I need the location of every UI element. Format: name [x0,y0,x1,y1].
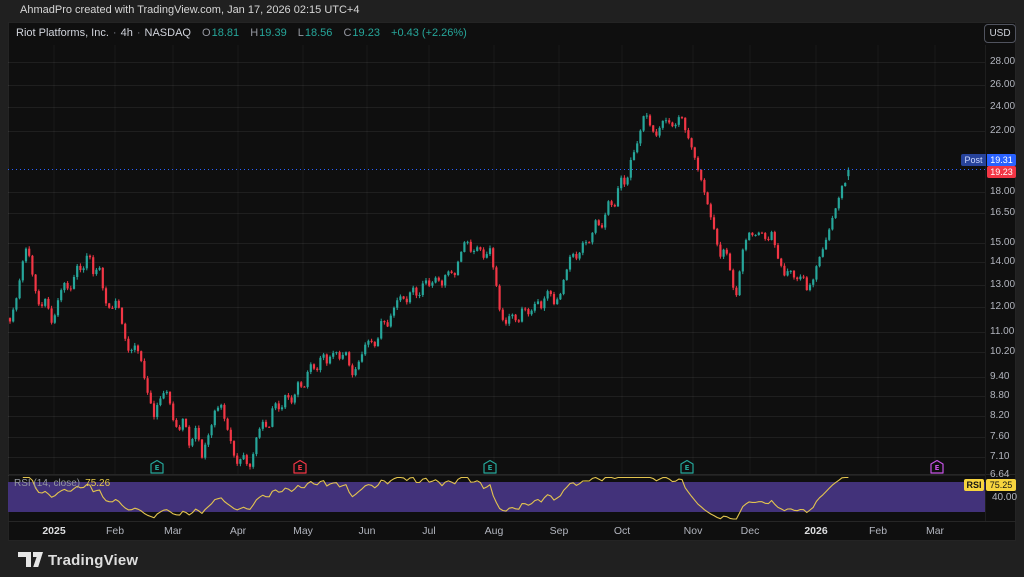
time-tick-label: Mar [164,525,182,537]
last-price-badge: 19.23 [987,166,1016,178]
symbol-title: Riot Platforms, Inc. [16,27,109,39]
time-tick-label: Apr [230,525,246,537]
price-tick-label: 11.00 [990,326,1014,337]
price-tick-label: 28.00 [990,56,1015,67]
price-tick-label: 7.10 [990,451,1009,462]
time-tick-label: Nov [684,525,703,537]
time-tick-label: Aug [485,525,504,537]
legend-separator: · [113,27,117,39]
earnings-marker-icon[interactable]: E [681,461,693,474]
change-label: +0.43 (+2.26%) [391,27,467,39]
price-tick-label: 8.20 [990,410,1009,421]
earnings-marker-icon[interactable]: E [151,461,163,474]
legend-separator: · [137,27,141,39]
price-tick-label: 18.00 [990,186,1015,197]
rsi-indicator-legend[interactable]: RSI (14, close) 75.26 [14,478,110,489]
interval-label: 4h [121,27,133,39]
time-tick-label: Feb [869,525,887,537]
time-tick-label: Oct [614,525,630,537]
tradingview-logo-icon[interactable] [18,552,44,568]
rsi-axis-badge-value: 75.25 [986,479,1016,491]
price-tick-label: 8.80 [990,390,1009,401]
time-tick-label: Mar [926,525,944,537]
currency-button[interactable]: USD [984,24,1016,43]
ohlc-open-key: O [202,27,211,39]
tradingview-snapshot: AhmadPro created with TradingView.com, J… [0,0,1024,577]
time-tick-label: Feb [106,525,124,537]
svg-text:E: E [298,464,303,472]
exchange-label: NASDAQ [145,27,191,39]
price-tick-label: 10.20 [990,346,1015,357]
symbol-legend[interactable]: Riot Platforms, Inc.·4h·NASDAQ O18.81 H1… [16,27,467,39]
post-market-price-badge: 19.31 [987,154,1016,166]
time-tick-label: Jul [422,525,435,537]
price-tick-label: 9.40 [990,371,1009,382]
time-tick-label: 2026 [804,525,827,537]
chart-canvas[interactable]: EEEEE [0,0,1024,577]
time-tick-label: Sep [550,525,569,537]
price-tick-label: 15.00 [990,237,1015,248]
ohlc-high-key: H [250,27,258,39]
time-tick-label: Jun [359,525,376,537]
post-market-badge-label: Post [961,154,986,166]
svg-text:E: E [155,464,160,472]
price-tick-label: 12.00 [990,301,1015,312]
ohlc-open-value: 18.81 [212,27,240,39]
earnings-marker-icon[interactable]: E [931,461,943,474]
price-tick-label: 26.00 [990,79,1015,90]
svg-text:E: E [488,464,493,472]
price-tick-label: 7.60 [990,431,1009,442]
price-tick-label: 16.50 [990,207,1015,218]
ohlc-low-value: 18.56 [305,27,333,39]
price-tick-label: 24.00 [990,101,1015,112]
earnings-marker-icon[interactable]: E [484,461,496,474]
rsi-legend-value: 75.26 [85,478,110,489]
rsi-axis-tick-label: 40.00 [992,492,1017,503]
svg-text:E: E [935,464,940,472]
ohlc-close-key: C [343,27,351,39]
rsi-axis-badge-label: RSI [964,479,984,491]
rsi-legend-title: RSI (14, close) [14,478,80,489]
ohlc-low-key: L [298,27,304,39]
time-tick-label: May [293,525,313,537]
earnings-marker-icon[interactable]: E [294,461,306,474]
svg-text:E: E [685,464,690,472]
tradingview-brand-text[interactable]: TradingView [48,552,138,569]
price-tick-label: 13.00 [990,279,1015,290]
ohlc-high-value: 19.39 [259,27,287,39]
time-tick-label: 2025 [42,525,65,537]
price-tick-label: 14.00 [990,256,1015,267]
ohlc-close-value: 19.23 [352,27,380,39]
time-tick-label: Dec [741,525,760,537]
price-tick-label: 22.00 [990,125,1015,136]
